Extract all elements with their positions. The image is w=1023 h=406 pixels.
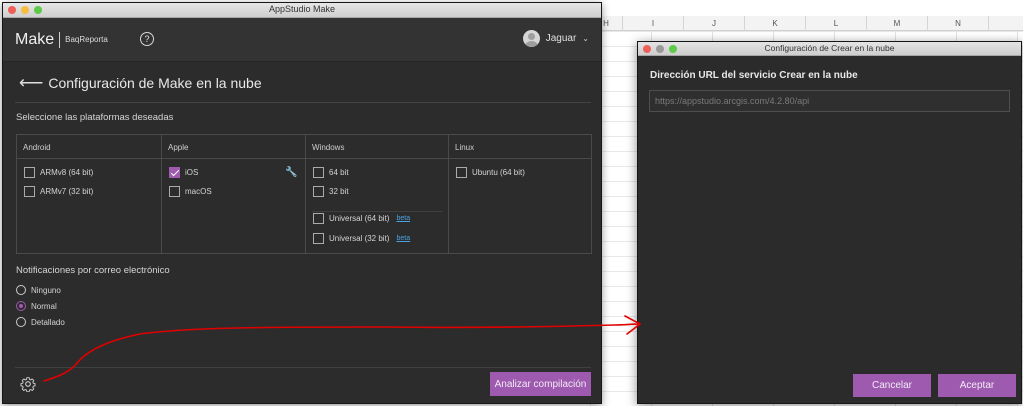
macos-label: macOS (185, 187, 212, 196)
column-header[interactable]: L (806, 16, 867, 31)
page-title: Configuración de Make en la nube (48, 75, 262, 91)
column-header[interactable]: M (867, 16, 928, 31)
column-header[interactable]: N (928, 16, 989, 31)
checkbox-ubuntu[interactable]: Ubuntu (64 bit) (456, 167, 525, 178)
column-header[interactable]: J (684, 16, 745, 31)
checkbox-universal-32[interactable]: Universal (32 bit) beta (313, 233, 410, 244)
checkbox-universal-64[interactable]: Universal (64 bit) beta (313, 213, 410, 224)
radio-ninguno[interactable]: Ninguno (16, 285, 61, 295)
analyze-build-button[interactable]: Analizar compilación (490, 372, 591, 396)
cancel-button[interactable]: Cancelar (853, 374, 931, 397)
checkbox-windows-32[interactable]: 32 bit (313, 186, 349, 197)
checkbox-windows-64[interactable]: 64 bit (313, 167, 349, 178)
footer-divider (15, 367, 591, 368)
brand-divider (59, 31, 61, 48)
app-header: Make BaqReporta ? Jaguar ⌄ (3, 18, 601, 62)
android-header: Android (17, 135, 161, 159)
appstudio-make-window: AppStudio Make Make BaqReporta ? Jaguar … (2, 2, 602, 404)
spreadsheet-column-headers: H I J K L M N (590, 16, 1023, 31)
universal-64-checkbox[interactable] (313, 213, 324, 224)
ios-checkbox[interactable] (169, 167, 180, 178)
linux-column: Linux (449, 135, 592, 253)
platforms-table: Android ARMv8 (64 bit) ARMv7 (32 bit) Ap… (16, 134, 592, 254)
user-name: Jaguar (545, 33, 577, 44)
universal-32-label: Universal (32 bit) (329, 234, 390, 243)
ninguno-radio[interactable] (16, 285, 26, 295)
windows-32-label: 32 bit (329, 187, 349, 196)
radio-normal[interactable]: Normal (16, 301, 57, 311)
universal-32-checkbox[interactable] (313, 233, 324, 244)
user-menu[interactable]: Jaguar ⌄ (522, 30, 589, 47)
ubuntu-label: Ubuntu (64 bit) (472, 168, 525, 177)
chevron-down-icon: ⌄ (582, 34, 589, 43)
column-header[interactable]: K (745, 16, 806, 31)
dialog-titlebar[interactable]: Configuración de Crear en la nube (638, 42, 1021, 56)
universal-64-label: Universal (64 bit) (329, 214, 390, 223)
url-input[interactable] (649, 90, 1010, 112)
main-window-title: AppStudio Make (268, 4, 336, 14)
beta-link[interactable]: beta (396, 235, 410, 242)
beta-link[interactable]: beta (396, 215, 410, 222)
armv7-checkbox[interactable] (24, 186, 35, 197)
macos-checkbox[interactable] (169, 186, 180, 197)
back-arrow-icon[interactable]: ⟵ (19, 74, 43, 91)
windows-divider (312, 211, 442, 212)
armv7-label: ARMv7 (32 bit) (40, 187, 94, 196)
radio-detallado[interactable]: Detallado (16, 317, 65, 327)
ninguno-label: Ninguno (31, 285, 61, 295)
ubuntu-checkbox[interactable] (456, 167, 467, 178)
platforms-label: Seleccione las plataformas deseadas (16, 112, 174, 123)
armv8-checkbox[interactable] (24, 167, 35, 178)
wrench-icon[interactable]: 🔧 (285, 167, 297, 178)
cloud-build-settings-dialog: Configuración de Crear en la nube Direcc… (637, 41, 1022, 404)
checkbox-armv7[interactable]: ARMv7 (32 bit) (24, 186, 93, 197)
dialog-title: Configuración de Crear en la nube (764, 43, 895, 53)
linux-header: Linux (449, 135, 591, 159)
project-name: BaqReporta (65, 35, 108, 44)
windows-32-checkbox[interactable] (313, 186, 324, 197)
apple-header: Apple (162, 135, 305, 159)
detallado-label: Detallado (31, 317, 65, 327)
windows-64-label: 64 bit (329, 168, 349, 177)
windows-64-checkbox[interactable] (313, 167, 324, 178)
page-header: ⟵ Configuración de Make en la nube (19, 74, 262, 91)
normal-label: Normal (31, 301, 57, 311)
checkbox-armv8[interactable]: ARMv8 (64 bit) (24, 167, 93, 178)
url-label: Dirección URL del servicio Crear en la n… (650, 70, 858, 81)
armv8-label: ARMv8 (64 bit) (40, 168, 94, 177)
header-divider (15, 102, 591, 103)
column-header[interactable]: I (623, 16, 684, 31)
checkbox-macos[interactable]: macOS (169, 186, 212, 197)
normal-radio[interactable] (16, 301, 26, 311)
help-icon[interactable]: ? (140, 32, 154, 46)
checkbox-ios[interactable]: iOS (169, 167, 198, 178)
brand-name: Make (15, 30, 55, 48)
main-titlebar[interactable]: AppStudio Make (3, 3, 601, 18)
gear-icon[interactable] (20, 376, 36, 392)
accept-button[interactable]: Aceptar (938, 374, 1016, 397)
avatar (522, 30, 540, 47)
windows-header: Windows (306, 135, 448, 159)
ios-label: iOS (185, 168, 199, 177)
detallado-radio[interactable] (16, 317, 26, 327)
notifications-label: Notificaciones por correo electrónico (16, 265, 170, 276)
